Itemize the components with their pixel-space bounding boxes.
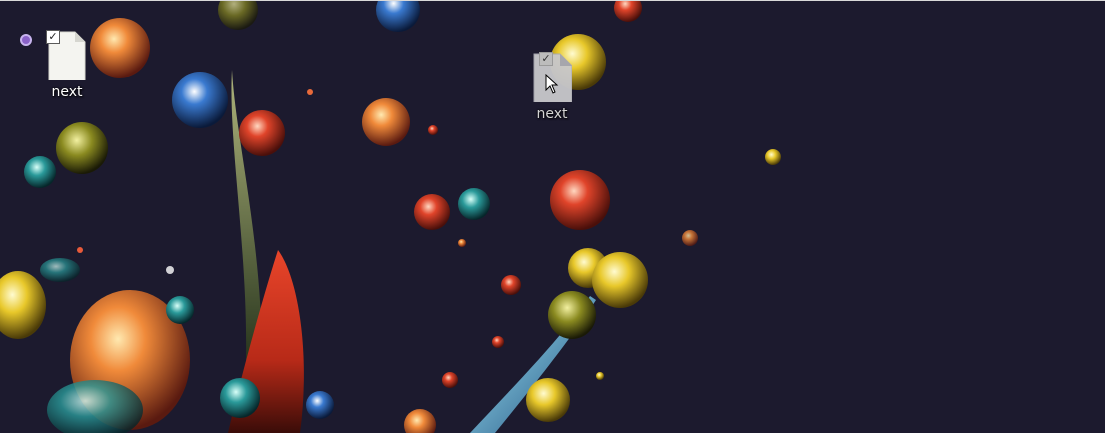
desktop[interactable]: ✓ next ✓ next <box>0 0 1105 433</box>
desktop-icon-next[interactable]: ✓ next <box>29 28 105 100</box>
checkbox-icon[interactable]: ✓ <box>539 52 553 66</box>
file-icon: ✓ <box>46 28 87 80</box>
icon-label: next <box>536 106 568 122</box>
icon-label: next <box>51 84 83 100</box>
cursor-icon <box>545 74 559 94</box>
checkbox-icon[interactable]: ✓ <box>46 30 60 44</box>
top-border <box>0 0 1105 1</box>
